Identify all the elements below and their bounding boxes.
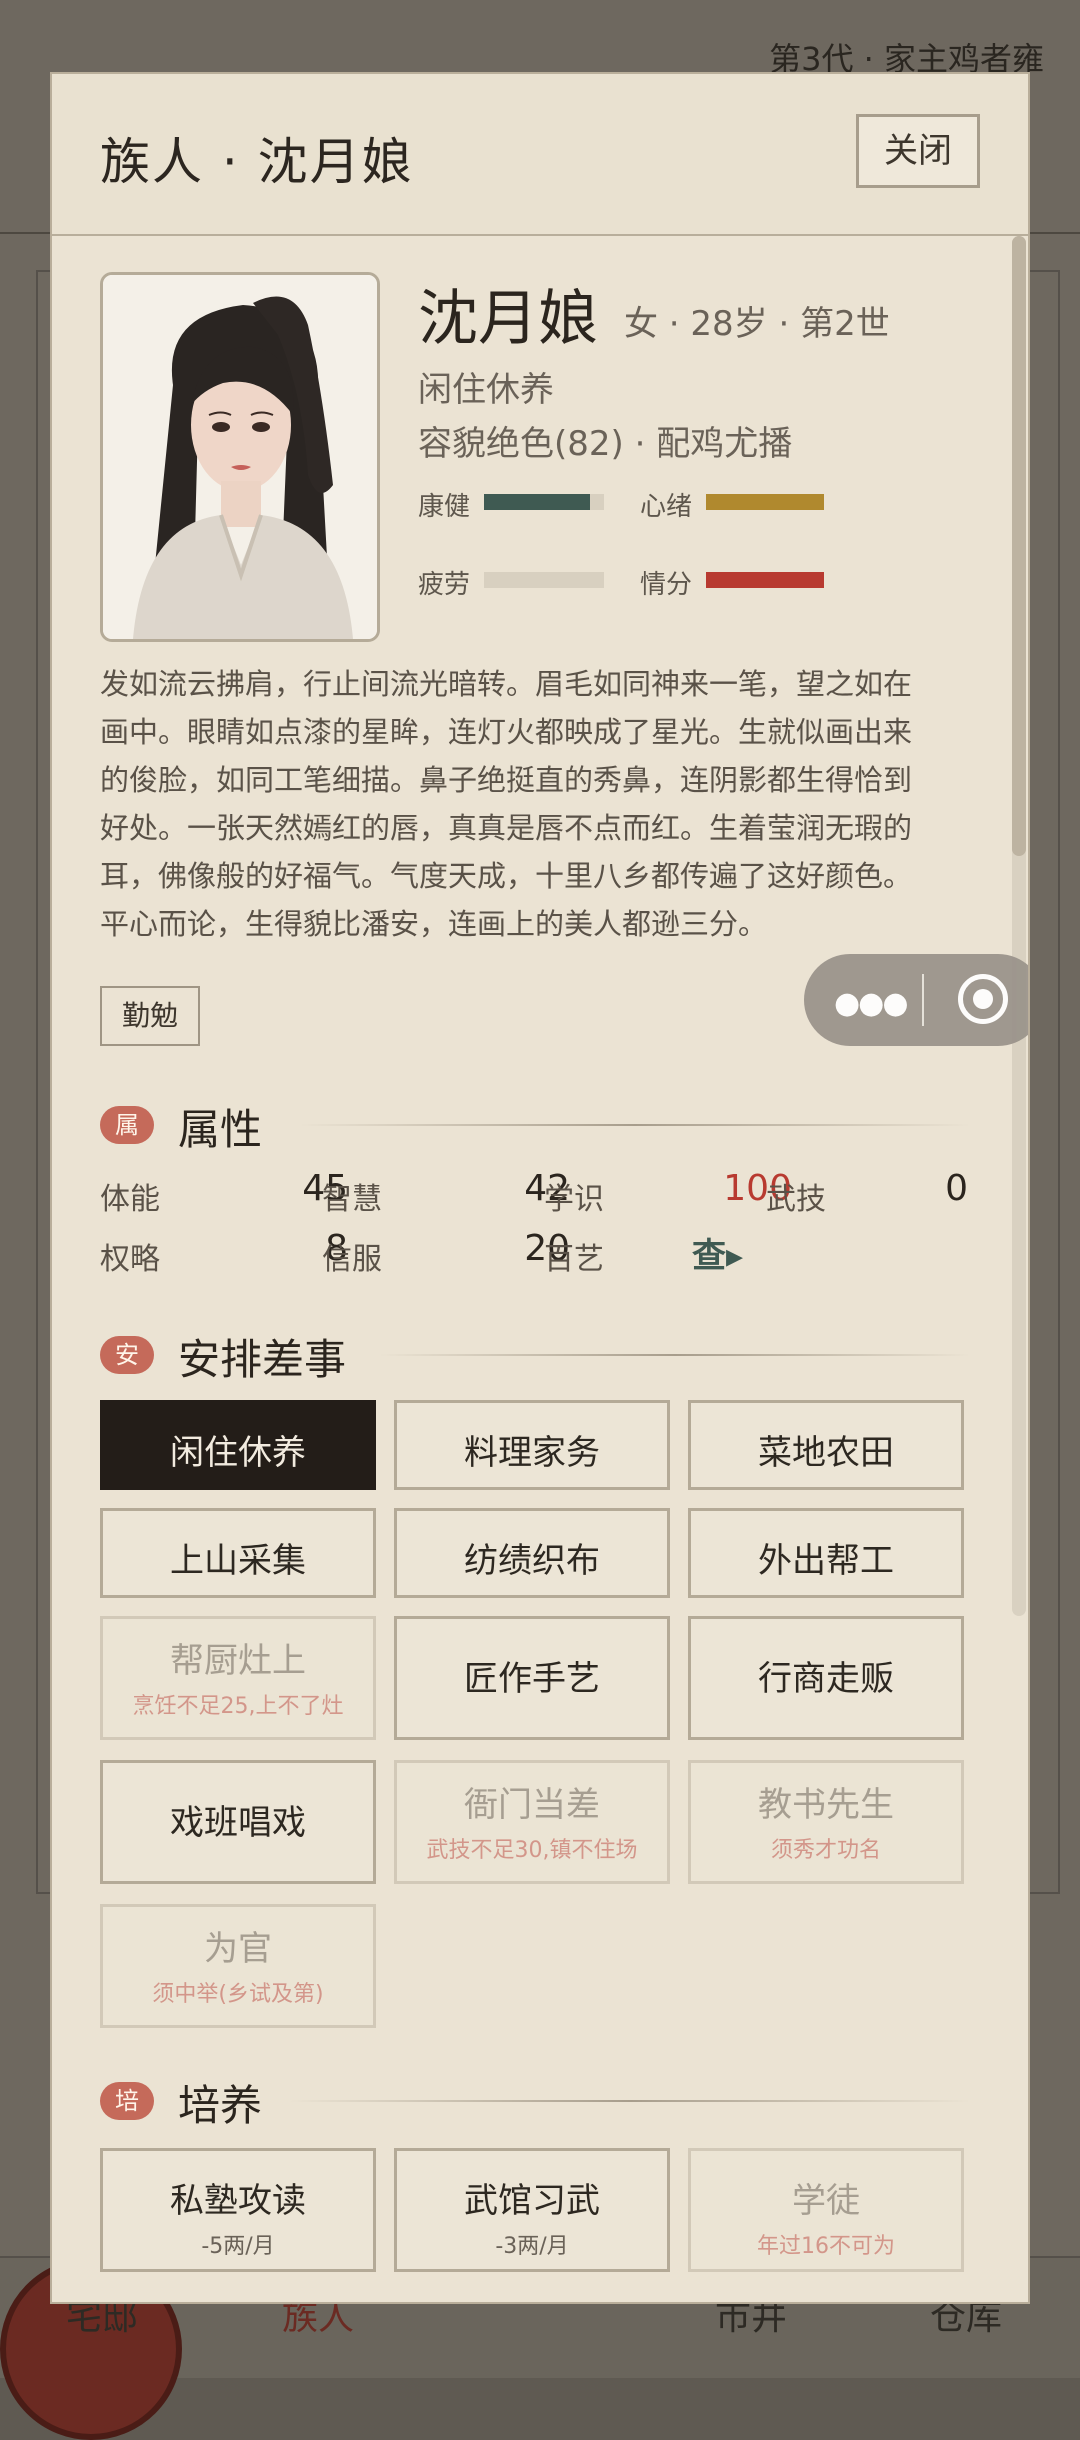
affection-bar — [706, 572, 824, 588]
section-training-header: 培 培养 — [100, 2072, 970, 2132]
modal-header: 族人 · 沈月娘 关闭 — [52, 74, 1028, 236]
section-divider — [380, 1354, 970, 1356]
attr-label: 武技 — [766, 1182, 826, 1217]
attr-label: 信服 — [322, 1242, 382, 1277]
section-divider — [290, 2100, 970, 2102]
more-icon[interactable]: ●●● — [834, 986, 909, 1021]
training-button[interactable]: 私塾攻读 -5两/月 — [100, 2148, 376, 2272]
job-button[interactable]: 外出帮工 — [688, 1508, 964, 1598]
section-title: 安排差事 — [178, 1335, 347, 1384]
training-button[interactable]: 武馆习武 -3两/月 — [394, 2148, 670, 2272]
section-badge: 培 — [100, 2082, 154, 2120]
attr-label: 权略 — [100, 1242, 160, 1277]
bar-label-health: 康健 — [418, 492, 471, 522]
mini-program-capsule: ●●● — [804, 954, 1028, 1046]
close-target-icon[interactable] — [958, 974, 1008, 1024]
health-bar — [484, 494, 604, 510]
job-button[interactable]: 菜地农田 — [688, 1400, 964, 1490]
mood-bar — [706, 494, 824, 510]
appearance-description: 发如流云拂肩，行止间流光暗转。眉毛如同神来一笔，望之如在画中。眼睛如点漆的星眸，… — [100, 667, 913, 941]
capsule-divider — [922, 974, 924, 1026]
mood-bar-fill — [706, 494, 824, 510]
member-detail-modal: 族人 · 沈月娘 关闭 沈月娘 女 · 28岁 · 第2世 闲住休养 容貌绝色(… — [50, 72, 1030, 2304]
health-bar-fill — [484, 494, 590, 510]
job-button[interactable]: 纺绩织布 — [394, 1508, 670, 1598]
bar-label-affection: 情分 — [640, 570, 693, 600]
job-button[interactable]: 上山采集 — [100, 1508, 376, 1598]
modal-title: 族人 · 沈月娘 — [100, 133, 414, 191]
attr-label: 智慧 — [322, 1182, 382, 1217]
member-status: 闲住休养 — [418, 370, 554, 410]
portrait — [100, 272, 380, 642]
attr-label: 百艺 — [544, 1242, 604, 1277]
fatigue-bar — [484, 572, 604, 588]
section-jobs-header: 安 安排差事 — [100, 1326, 970, 1386]
trait-tag[interactable]: 勤勉 — [100, 986, 200, 1046]
job-button-locked[interactable]: 帮厨灶上 烹饪不足25,上不了灶 — [100, 1616, 376, 1740]
job-button-locked[interactable]: 为官 须中举(乡试及第) — [100, 1904, 376, 2028]
member-meta: 女 · 28岁 · 第2世 — [624, 304, 890, 344]
section-title: 属性 — [178, 1105, 263, 1154]
attr-label: 学识 — [544, 1182, 604, 1217]
section-divider — [300, 1124, 970, 1126]
job-button[interactable]: 戏班唱戏 — [100, 1760, 376, 1884]
bar-label-fatigue: 疲劳 — [418, 570, 471, 600]
scrollbar-thumb[interactable] — [1012, 236, 1026, 856]
bar-label-mood: 心绪 — [640, 492, 693, 522]
section-title: 培养 — [178, 2081, 263, 2130]
job-button-active[interactable]: 闲住休养 — [100, 1400, 376, 1490]
member-looks-spouse: 容貌绝色(82) · 配鸡尤播 — [418, 424, 793, 464]
job-button[interactable]: 料理家务 — [394, 1400, 670, 1490]
close-button[interactable]: 关闭 — [856, 114, 980, 188]
attr-label: 体能 — [100, 1182, 160, 1217]
attr-value: 0 — [945, 1168, 968, 1209]
portrait-illustration — [103, 275, 377, 639]
job-button-locked[interactable]: 教书先生 须秀才功名 — [688, 1760, 964, 1884]
section-attributes-header: 属 属性 — [100, 1096, 970, 1156]
job-button[interactable]: 匠作手艺 — [394, 1616, 670, 1740]
view-skills-link[interactable]: 查▸ — [692, 1228, 743, 1277]
member-name: 沈月娘 — [418, 284, 598, 354]
training-button-locked[interactable]: 学徒 年过16不可为 — [688, 2148, 964, 2272]
affection-bar-fill — [706, 572, 824, 588]
section-badge: 安 — [100, 1336, 154, 1374]
section-badge: 属 — [100, 1106, 154, 1144]
job-button[interactable]: 行商走贩 — [688, 1616, 964, 1740]
job-button-locked[interactable]: 衙门当差 武技不足30,镇不住场 — [394, 1760, 670, 1884]
